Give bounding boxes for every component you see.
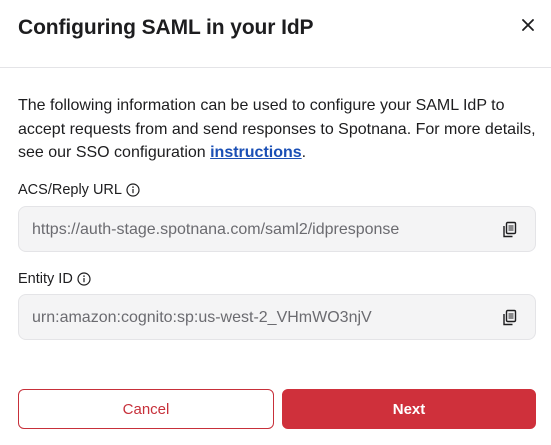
description-suffix: . bbox=[301, 144, 307, 161]
saml-config-modal: Configuring SAML in your IdP The followi… bbox=[0, 0, 551, 445]
close-button[interactable] bbox=[518, 15, 538, 35]
modal-header: Configuring SAML in your IdP bbox=[0, 0, 551, 68]
close-icon bbox=[522, 19, 534, 31]
instructions-link[interactable]: instructions bbox=[210, 144, 302, 161]
entity-id-label: Entity ID bbox=[18, 271, 73, 287]
cancel-button[interactable]: Cancel bbox=[18, 389, 274, 429]
entity-id-field: urn:amazon:cognito:sp:us-west-2_VHmWO3nj… bbox=[18, 294, 536, 340]
acs-url-field: https://auth-stage.spotnana.com/saml2/id… bbox=[18, 206, 536, 252]
entity-id-label-row: Entity ID bbox=[18, 271, 91, 287]
acs-url-label: ACS/Reply URL bbox=[18, 182, 122, 198]
entity-id-value: urn:amazon:cognito:sp:us-west-2_VHmWO3nj… bbox=[32, 309, 372, 326]
copy-icon[interactable] bbox=[501, 221, 519, 239]
copy-icon[interactable] bbox=[501, 309, 519, 327]
info-icon[interactable] bbox=[126, 183, 140, 197]
info-icon[interactable] bbox=[77, 272, 91, 286]
acs-url-label-row: ACS/Reply URL bbox=[18, 182, 140, 198]
modal-title: Configuring SAML in your IdP bbox=[18, 16, 314, 39]
next-button[interactable]: Next bbox=[282, 389, 536, 429]
description: The following information can be used to… bbox=[18, 94, 538, 165]
acs-url-value: https://auth-stage.spotnana.com/saml2/id… bbox=[32, 221, 400, 238]
